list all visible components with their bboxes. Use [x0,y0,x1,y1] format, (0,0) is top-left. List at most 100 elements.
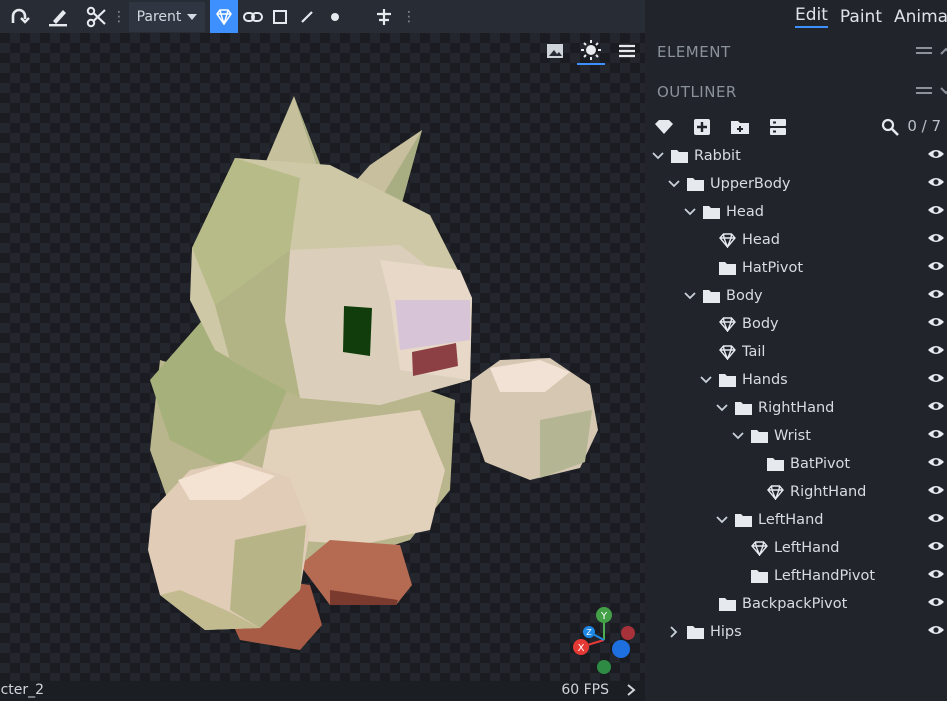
outliner-row-label: Hands [742,372,788,388]
link-icon[interactable] [240,0,266,33]
outliner-row[interactable]: RightHand [645,394,947,422]
main-toolbar: ⋮ Parent ⋮ [0,0,645,33]
parent-dropdown-label: Parent [136,9,182,25]
folder-icon [734,400,752,416]
outliner-row[interactable]: LeftHand [645,534,947,562]
outliner-row[interactable]: BackpackPivot [645,590,947,618]
rabbit-model [148,96,598,650]
dot-icon[interactable] [322,0,348,33]
outliner-toolbar: 0 / 7 [645,113,947,141]
chevron-down-icon[interactable] [731,429,745,443]
outliner-row[interactable]: Hips [645,618,947,646]
eye-icon[interactable] [927,512,945,528]
brush-icon[interactable] [42,0,74,33]
outliner-row[interactable]: LeftHand [645,506,947,534]
chevron-down-icon[interactable] [683,289,697,303]
outliner-row[interactable]: Hands [645,366,947,394]
add-group-icon[interactable] [689,115,715,139]
chevron-down-icon[interactable] [699,373,713,387]
eye-icon[interactable] [927,344,945,360]
folder-icon [702,288,720,304]
eye-icon[interactable] [927,568,945,584]
outliner-row[interactable]: LeftHandPivot [645,562,947,590]
outliner-row[interactable]: RightHand [645,478,947,506]
axis-icon[interactable] [370,0,398,33]
folder-icon [734,512,752,528]
search-icon[interactable] [877,115,903,139]
cube-icon [718,344,736,360]
chevron-down-icon[interactable] [715,513,729,527]
outliner-row[interactable]: HatPivot [645,254,947,282]
3d-viewport[interactable]: Y X Z [0,33,645,681]
element-panel-header[interactable]: ELEMENT [657,43,947,61]
eye-icon[interactable] [927,596,945,612]
outliner-row[interactable]: Wrist [645,422,947,450]
eye-icon[interactable] [927,540,945,556]
outliner-row[interactable]: Body [645,282,947,310]
outliner-row-label: LeftHand [774,540,840,556]
eye-icon[interactable] [927,232,945,248]
outliner-row[interactable]: BatPivot [645,450,947,478]
eye-icon[interactable] [927,204,945,220]
outliner-row-label: BackpackPivot [742,596,848,612]
more-icon[interactable]: ⋮ [112,0,126,33]
eye-icon[interactable] [927,288,945,304]
eye-icon[interactable] [927,456,945,472]
cube-icon [718,232,736,248]
element-panel-title: ELEMENT [657,43,731,61]
eye-icon[interactable] [927,372,945,388]
folder-icon [750,568,768,584]
outliner-row[interactable]: Tail [645,338,947,366]
line-icon[interactable] [294,0,320,33]
collapse-icon[interactable] [765,115,791,139]
outliner-panel-title: OUTLINER [657,83,737,101]
outliner-row[interactable]: Head [645,226,947,254]
chevron-down-icon[interactable] [683,205,697,219]
scissors-icon[interactable] [80,0,112,33]
add-cube-icon[interactable] [651,115,677,139]
eye-icon[interactable] [927,260,945,276]
eye-icon[interactable] [927,484,945,500]
folder-icon [718,372,736,388]
more-icon[interactable]: ⋮ [402,0,416,33]
outliner-row[interactable]: Body [645,310,947,338]
eye-icon[interactable] [927,316,945,332]
panel-controls[interactable] [915,83,947,101]
cube-tool-icon[interactable] [210,0,238,33]
tab-paint[interactable]: Paint [840,7,882,27]
tab-animate[interactable]: Animate [894,7,947,27]
outliner-row-label: Rabbit [694,148,741,164]
outliner-row[interactable]: UpperBody [645,170,947,198]
chevron-right-icon[interactable] [667,625,681,639]
menu-icon[interactable] [613,38,641,64]
move-pivot-icon[interactable] [4,0,36,33]
eye-icon[interactable] [927,400,945,416]
eye-icon[interactable] [927,148,945,164]
chevron-right-icon[interactable] [625,681,637,699]
eye-icon[interactable] [927,624,945,640]
tab-edit[interactable]: Edit [795,5,828,28]
eye-icon[interactable] [927,176,945,192]
image-icon[interactable] [541,38,569,64]
chevron-down-icon[interactable] [667,177,681,191]
brightness-icon[interactable] [577,37,605,65]
eye-icon[interactable] [927,428,945,444]
parent-dropdown[interactable]: Parent [129,2,205,32]
panel-controls[interactable] [915,43,947,61]
add-folder-icon[interactable] [727,115,753,139]
outliner-row-label: HatPivot [742,260,804,276]
outliner-panel-header[interactable]: OUTLINER [657,83,947,101]
chevron-down-icon[interactable] [651,149,665,163]
chevron-down-icon[interactable] [715,401,729,415]
cube-icon [766,484,784,500]
square-icon[interactable] [267,0,293,33]
outliner-row[interactable]: Rabbit [645,142,947,170]
outliner-row[interactable]: Head [645,198,947,226]
axis-gizmo[interactable]: Y X Z [569,605,639,675]
outliner-row-label: LeftHand [758,512,824,528]
